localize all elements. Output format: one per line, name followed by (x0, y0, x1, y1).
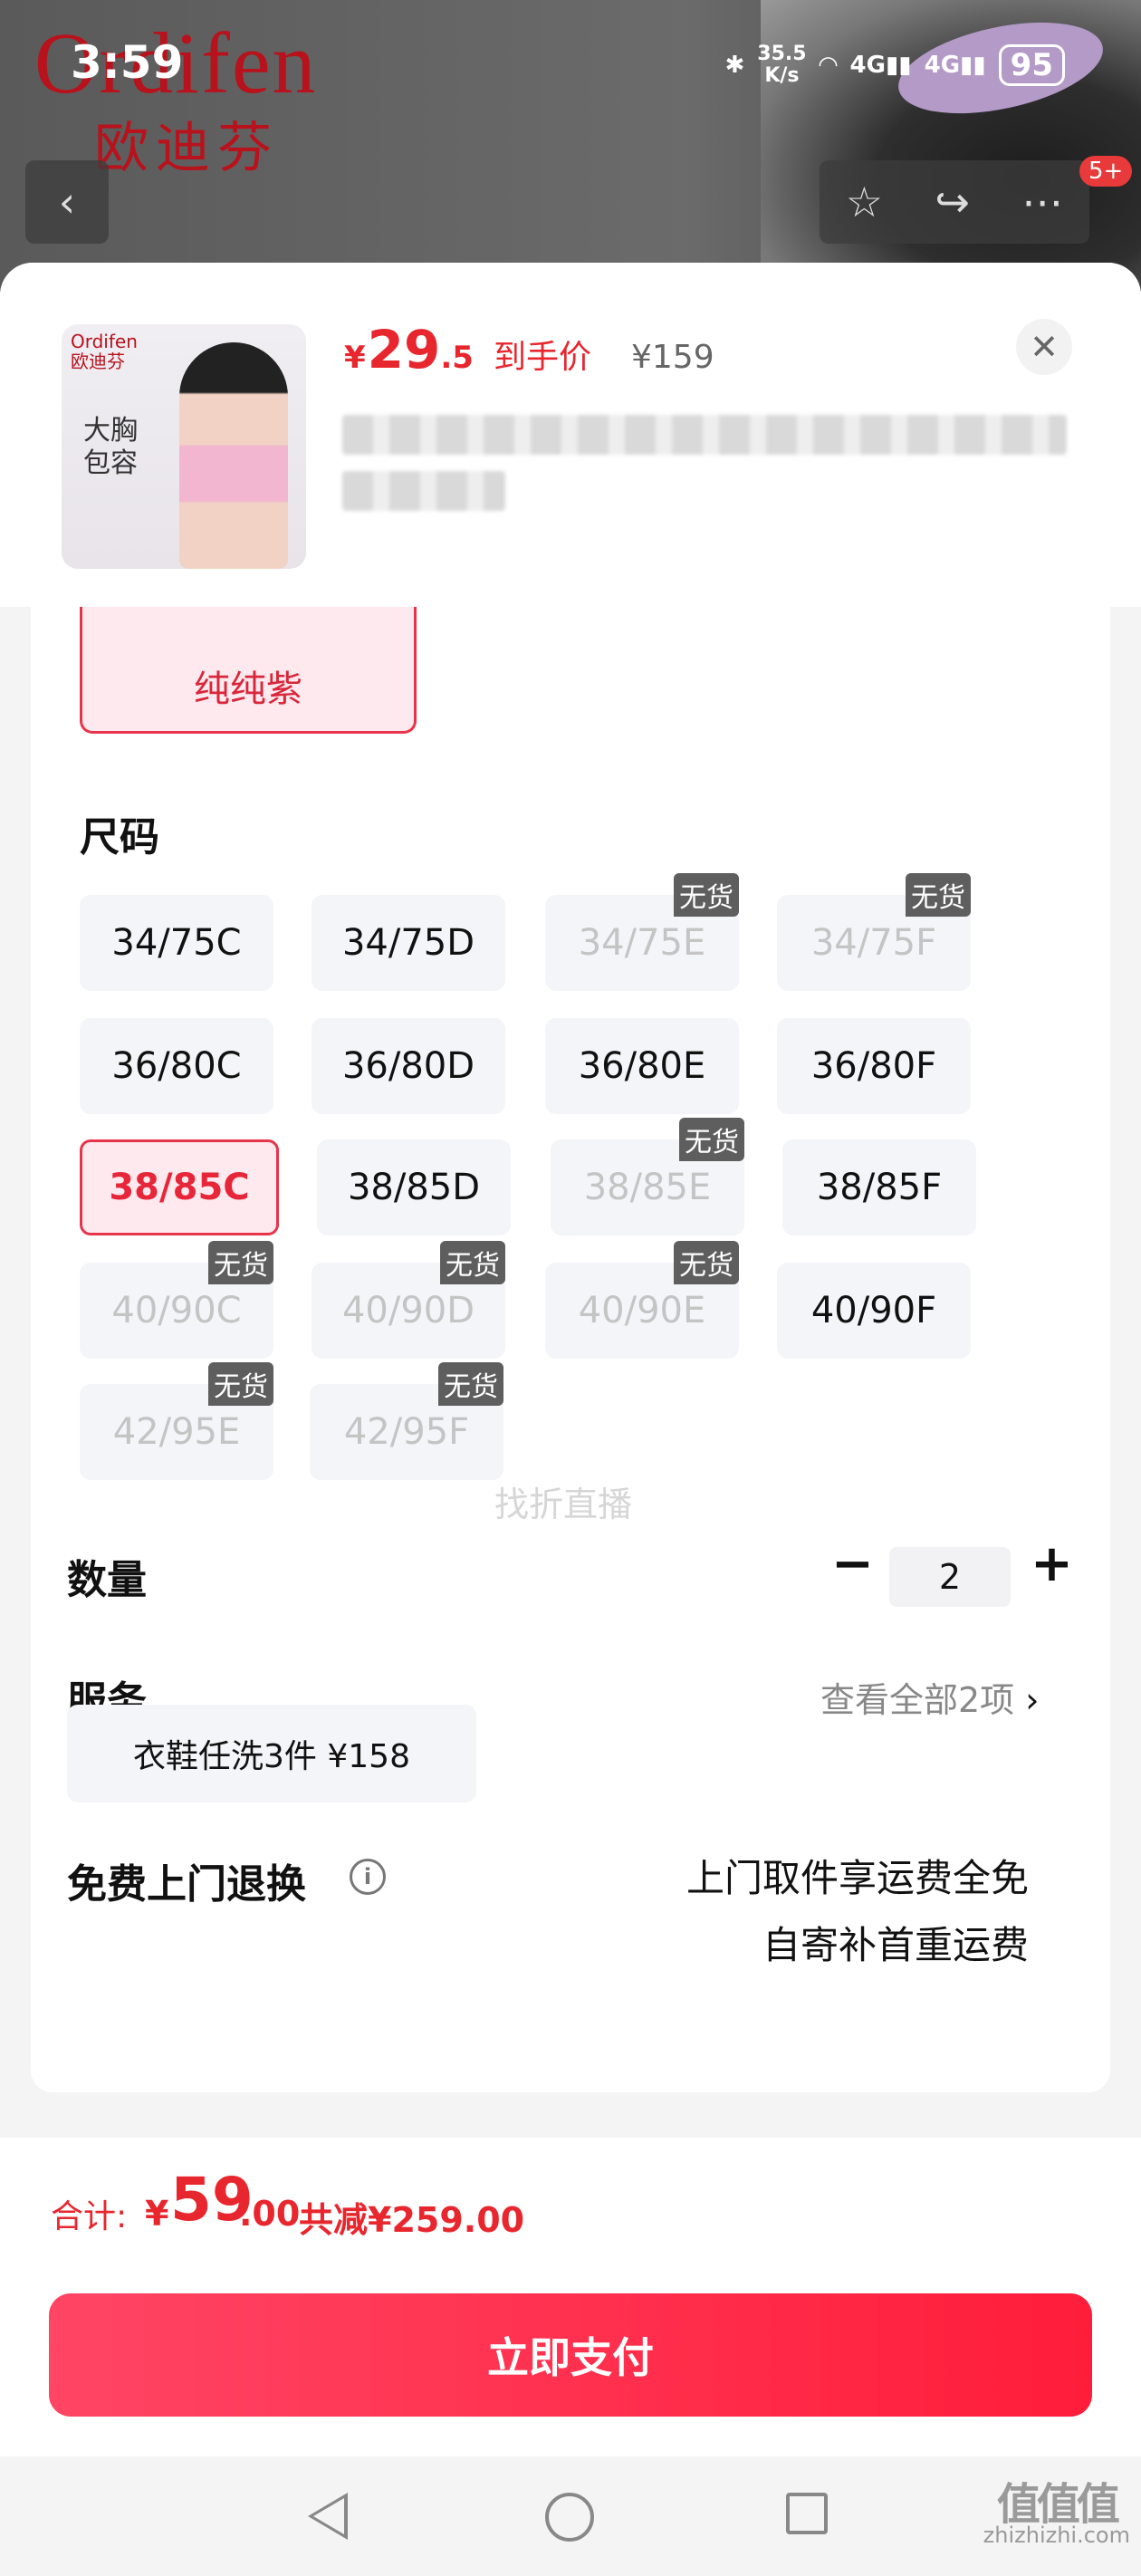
out-of-stock-badge: 无货 (674, 1241, 739, 1284)
total-label: 合计: (51, 2198, 128, 2235)
system-home-icon[interactable] (545, 2493, 594, 2542)
battery-icon: 95 (998, 44, 1065, 86)
quantity-increase-button[interactable]: + (1031, 1534, 1073, 1593)
close-button[interactable]: ✕ (1016, 319, 1072, 375)
quantity-decrease-button[interactable]: − (831, 1534, 874, 1593)
site-watermark: 值值值 zhizhizhi.com (983, 2479, 1130, 2548)
size-option[interactable]: 36/80E (545, 1018, 739, 1114)
out-of-stock-badge: 无货 (674, 873, 739, 917)
system-back-icon[interactable] (308, 2493, 348, 2540)
quantity-title: 数量 (67, 1557, 147, 1603)
returns-title: 免费上门退换 (67, 1861, 306, 1908)
share-icon[interactable]: ↪ (935, 178, 970, 226)
out-of-stock-badge: 无货 (906, 873, 971, 917)
brand-logo-cn: 欧迪芬 (94, 117, 279, 180)
product-thumbnail[interactable]: Ordifen 欧迪芬 大胸 包容 (62, 324, 306, 569)
network-speed: 35.5 K/s (757, 43, 807, 87)
size-option-unavailable[interactable]: 34/75E 无货 (545, 873, 739, 991)
size-option-unavailable[interactable]: 40/90D 无货 (312, 1241, 505, 1359)
size-option[interactable]: 34/75D (312, 895, 505, 991)
chevron-left-icon: ‹ (58, 178, 76, 226)
returns-detail-line2: 自寄补首重运费 (762, 1923, 1029, 1967)
out-of-stock-badge: 无货 (679, 1118, 744, 1161)
system-recents-icon[interactable] (786, 2493, 828, 2534)
back-button[interactable]: ‹ (25, 160, 109, 244)
size-option-unavailable[interactable]: 38/85E 无货 (551, 1118, 744, 1235)
blurred-title-line-1 (342, 415, 1067, 455)
size-option[interactable]: 40/90F (777, 1263, 971, 1359)
model-thumbnail-figure (179, 342, 288, 569)
sku-selection-sheet: Ordifen 欧迪芬 大胸 包容 ¥ 29 .5 到手价 ¥159 ✕ 纯纯紫 尺… (0, 263, 1141, 2576)
color-option-selected[interactable]: 纯纯紫 (80, 607, 417, 734)
sheet-header: Ordifen 欧迪芬 大胸 包容 ¥ 29 .5 到手价 ¥159 ✕ (0, 263, 1141, 607)
service-option[interactable]: 衣鞋任洗3件 ¥158 (67, 1705, 476, 1802)
options-panel: 纯纯紫 尺码 34/75C 34/75D 34/75E 无货 34/75F 无货 3… (31, 607, 1110, 2092)
status-bar: 3:59 ✱ 35.5 K/s ◠ 4G▮▮ 4G▮▮ 95 (0, 36, 1141, 109)
final-price: 29 (367, 319, 441, 380)
pay-now-button[interactable]: 立即支付 (49, 2293, 1092, 2417)
watermark-text: 找折直播 (494, 1485, 633, 1524)
header-action-group: ☆ ↪ ⋯ (820, 160, 1089, 244)
size-option[interactable]: 36/80D (312, 1018, 505, 1114)
size-option[interactable]: 36/80C (80, 1018, 273, 1114)
signal-icon-1: 4G▮▮ (849, 52, 912, 79)
blurred-title-line-2 (342, 471, 505, 511)
system-navigation-bar (0, 2456, 1141, 2576)
size-option-unavailable[interactable]: 40/90E 无货 (545, 1241, 739, 1359)
out-of-stock-badge: 无货 (440, 1241, 505, 1284)
wifi-icon: ◠ (819, 52, 838, 79)
returns-detail-line1: 上门取件享运费全免 (686, 1856, 1029, 1900)
out-of-stock-badge: 无货 (208, 1241, 273, 1284)
size-option[interactable]: 36/80F (777, 1018, 971, 1114)
message-badge: 5+ (1079, 156, 1133, 187)
chevron-right-icon: › (1025, 1680, 1040, 1720)
size-section-title: 尺码 (80, 814, 159, 860)
service-view-all-link[interactable]: 查看全部2项 › (820, 1672, 1039, 1722)
size-option-unavailable[interactable]: 40/90C 无货 (80, 1241, 273, 1359)
info-icon[interactable]: i (350, 1859, 386, 1895)
size-option[interactable]: 38/85F (782, 1139, 976, 1235)
close-icon: ✕ (1030, 327, 1059, 367)
size-option-unavailable[interactable]: 42/95F 无货 (310, 1362, 503, 1480)
signal-icon-2: 4G▮▮ (924, 52, 986, 79)
size-option-selected[interactable]: 38/85C (80, 1139, 279, 1235)
total-discount: 共减¥259.00 (299, 2200, 525, 2240)
more-icon[interactable]: ⋯ (1021, 178, 1063, 226)
total-summary-bar: 合计: ¥ 59 .00 共减¥259.00 (0, 2138, 1141, 2275)
original-price: ¥159 (630, 339, 714, 376)
size-option-unavailable[interactable]: 42/95E 无货 (80, 1362, 273, 1480)
price-tag: 到手价 (493, 339, 591, 376)
favorite-star-icon[interactable]: ☆ (846, 178, 883, 226)
quantity-input[interactable]: 2 (889, 1547, 1011, 1607)
size-option[interactable]: 34/75C (80, 895, 273, 991)
out-of-stock-badge: 无货 (208, 1362, 273, 1406)
pay-area: 立即支付 (0, 2275, 1141, 2456)
out-of-stock-badge: 无货 (438, 1362, 503, 1406)
status-time: 3:59 (71, 36, 184, 89)
size-option[interactable]: 38/85D (317, 1139, 511, 1235)
price-row: ¥ 29 .5 到手价 ¥159 (344, 319, 714, 380)
bluetooth-icon: ✱ (724, 52, 745, 79)
size-option-unavailable[interactable]: 34/75F 无货 (777, 873, 971, 991)
